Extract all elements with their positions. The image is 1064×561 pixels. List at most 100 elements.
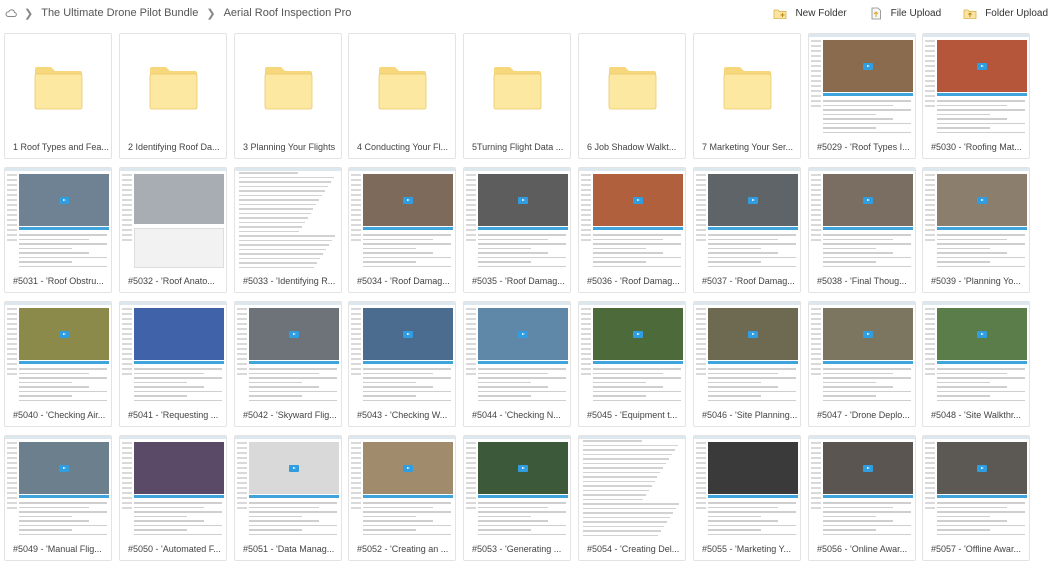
file-preview	[809, 302, 915, 408]
file-preview	[923, 436, 1029, 542]
tile-label: #5032 - 'Roof Anato...	[128, 276, 215, 286]
folder-upload-icon	[963, 9, 977, 19]
file-tile[interactable]: #5054 - 'Creating Del...	[578, 435, 686, 561]
folder-upload-label: Folder Upload	[985, 7, 1048, 19]
file-preview	[5, 168, 111, 274]
file-tile[interactable]: #5033 - 'Identifying R...	[234, 167, 342, 293]
tile-label: #5037 - 'Roof Damag...	[702, 276, 795, 286]
file-tile[interactable]: #5046 - 'Site Planning...	[693, 301, 801, 427]
folder-icon	[378, 67, 427, 110]
file-upload-button[interactable]: File Upload	[869, 7, 941, 20]
file-preview	[579, 436, 685, 542]
tile-label: #5029 - 'Roof Types I...	[817, 142, 910, 152]
file-preview	[694, 302, 800, 408]
tile-label: #5057 - 'Offline Awar...	[931, 544, 1021, 554]
file-tile[interactable]: #5034 - 'Roof Damag...	[348, 167, 456, 293]
file-preview	[923, 302, 1029, 408]
file-tile[interactable]: #5036 - 'Roof Damag...	[578, 167, 686, 293]
file-tile[interactable]: YOU WOULDN'T HAVE LOOK SOMEONE TO HANDLE…	[693, 435, 801, 561]
file-tile[interactable]: #5039 - 'Planning Yo...	[922, 167, 1030, 293]
chevron-right-icon: ❯	[206, 7, 216, 20]
file-preview	[235, 436, 341, 542]
folder-icon	[149, 67, 198, 110]
file-tile[interactable]: #5042 - 'Skyward Flig...	[234, 301, 342, 427]
folder-icon	[723, 67, 772, 110]
folder-tile[interactable]: 4 Conducting Your Fl...	[348, 33, 456, 159]
file-tile[interactable]: #5049 - 'Manual Flig...	[4, 435, 112, 561]
tile-label: #5035 - 'Roof Damag...	[472, 276, 565, 286]
file-tile[interactable]: #5040 - 'Checking Air...	[4, 301, 112, 427]
file-preview	[579, 168, 685, 274]
file-tile[interactable]: #5045 - 'Equipment t...	[578, 301, 686, 427]
folder-tile[interactable]: 2 Identifying Roof Da...	[119, 33, 227, 159]
folder-upload-button[interactable]: Folder Upload	[963, 7, 1048, 20]
tile-label: 5Turning Flight Data ...	[472, 142, 564, 152]
folder-icon	[608, 67, 657, 110]
file-tile[interactable]: #5056 - 'Online Awar...	[808, 435, 916, 561]
file-preview	[464, 436, 570, 542]
file-tile[interactable]: #5037 - 'Roof Damag...	[693, 167, 801, 293]
file-preview	[464, 302, 570, 408]
file-preview	[349, 436, 455, 542]
tile-label: #5031 - 'Roof Obstru...	[13, 276, 104, 286]
folder-tile[interactable]: 6 Job Shadow Walkt...	[578, 33, 686, 159]
tile-label: #5054 - 'Creating Del...	[587, 544, 680, 554]
tile-label: #5049 - 'Manual Flig...	[13, 544, 102, 554]
file-tile[interactable]: #5029 - 'Roof Types I...	[808, 33, 916, 159]
file-preview	[349, 302, 455, 408]
file-preview	[809, 34, 915, 140]
file-tile[interactable]: #5052 - 'Creating an ...	[348, 435, 456, 561]
tile-label: #5034 - 'Roof Damag...	[357, 276, 450, 286]
tile-label: #5046 - 'Site Planning...	[702, 410, 798, 420]
file-tile[interactable]: DON'T EXCEED FAA'S MAXIMUM CEILING#5041 …	[119, 301, 227, 427]
folder-icon	[493, 67, 542, 110]
file-tile[interactable]: #5048 - 'Site Walkthr...	[922, 301, 1030, 427]
file-tile[interactable]: #5044 - 'Checking N...	[463, 301, 571, 427]
folder-tile[interactable]: 3 Planning Your Flights	[234, 33, 342, 159]
tile-label: #5055 - 'Marketing Y...	[702, 544, 791, 554]
breadcrumb-item-bundle[interactable]: The Ultimate Drone Pilot Bundle	[41, 7, 198, 19]
file-preview	[5, 436, 111, 542]
tile-label: #5053 - 'Generating ...	[472, 544, 562, 554]
new-folder-button[interactable]: New Folder	[773, 7, 847, 20]
file-preview	[235, 168, 341, 274]
file-tile[interactable]: #5043 - 'Checking W...	[348, 301, 456, 427]
file-tile[interactable]: #5038 - 'Final Thoug...	[808, 167, 916, 293]
tile-label: #5043 - 'Checking W...	[357, 410, 448, 420]
file-preview	[464, 168, 570, 274]
tile-label: #5044 - 'Checking N...	[472, 410, 561, 420]
file-preview	[923, 168, 1029, 274]
file-tile[interactable]: #5053 - 'Generating ...	[463, 435, 571, 561]
tile-label: #5039 - 'Planning Yo...	[931, 276, 1021, 286]
folder-tile[interactable]: 7 Marketing Your Ser...	[693, 33, 801, 159]
file-tile[interactable]: #5047 - 'Drone Deplo...	[808, 301, 916, 427]
tile-label: #5047 - 'Drone Deplo...	[817, 410, 910, 420]
file-tile[interactable]: #5031 - 'Roof Obstru...	[4, 167, 112, 293]
file-tile[interactable]: #5032 - 'Roof Anato...	[119, 167, 227, 293]
folder-tile[interactable]: 5Turning Flight Data ...	[463, 33, 571, 159]
file-tile[interactable]: #5057 - 'Offline Awar...	[922, 435, 1030, 561]
file-preview	[694, 168, 800, 274]
tile-label: #5056 - 'Online Awar...	[817, 544, 908, 554]
file-preview	[120, 436, 226, 542]
folder-tile[interactable]: 1 Roof Types and Fea...	[4, 33, 112, 159]
file-tile[interactable]: MAKE SURE YOUR DRONE IS IN A CLEAR AREA …	[119, 435, 227, 561]
tile-label: #5041 - 'Requesting ...	[128, 410, 219, 420]
file-tile[interactable]: #5035 - 'Roof Damag...	[463, 167, 571, 293]
breadcrumb-item-course[interactable]: Aerial Roof Inspection Pro	[224, 7, 352, 19]
file-preview	[235, 302, 341, 408]
top-bar: ❯ The Ultimate Drone Pilot Bundle ❯ Aeri…	[0, 0, 1064, 26]
tile-label: 1 Roof Types and Fea...	[13, 142, 109, 152]
file-tile[interactable]: #5051 - 'Data Manag...	[234, 435, 342, 561]
tile-label: #5030 - 'Roofing Mat...	[931, 142, 1022, 152]
chevron-right-icon: ❯	[24, 7, 34, 20]
cloud-icon[interactable]	[5, 7, 17, 19]
tile-label: 6 Job Shadow Walkt...	[587, 142, 677, 152]
file-preview	[120, 302, 226, 408]
new-folder-icon	[774, 9, 787, 19]
tile-label: #5042 - 'Skyward Flig...	[243, 410, 337, 420]
file-preview	[349, 168, 455, 274]
tile-label: #5033 - 'Identifying R...	[243, 276, 336, 286]
file-tile[interactable]: #5030 - 'Roofing Mat...	[922, 33, 1030, 159]
tile-label: #5051 - 'Data Manag...	[243, 544, 335, 554]
